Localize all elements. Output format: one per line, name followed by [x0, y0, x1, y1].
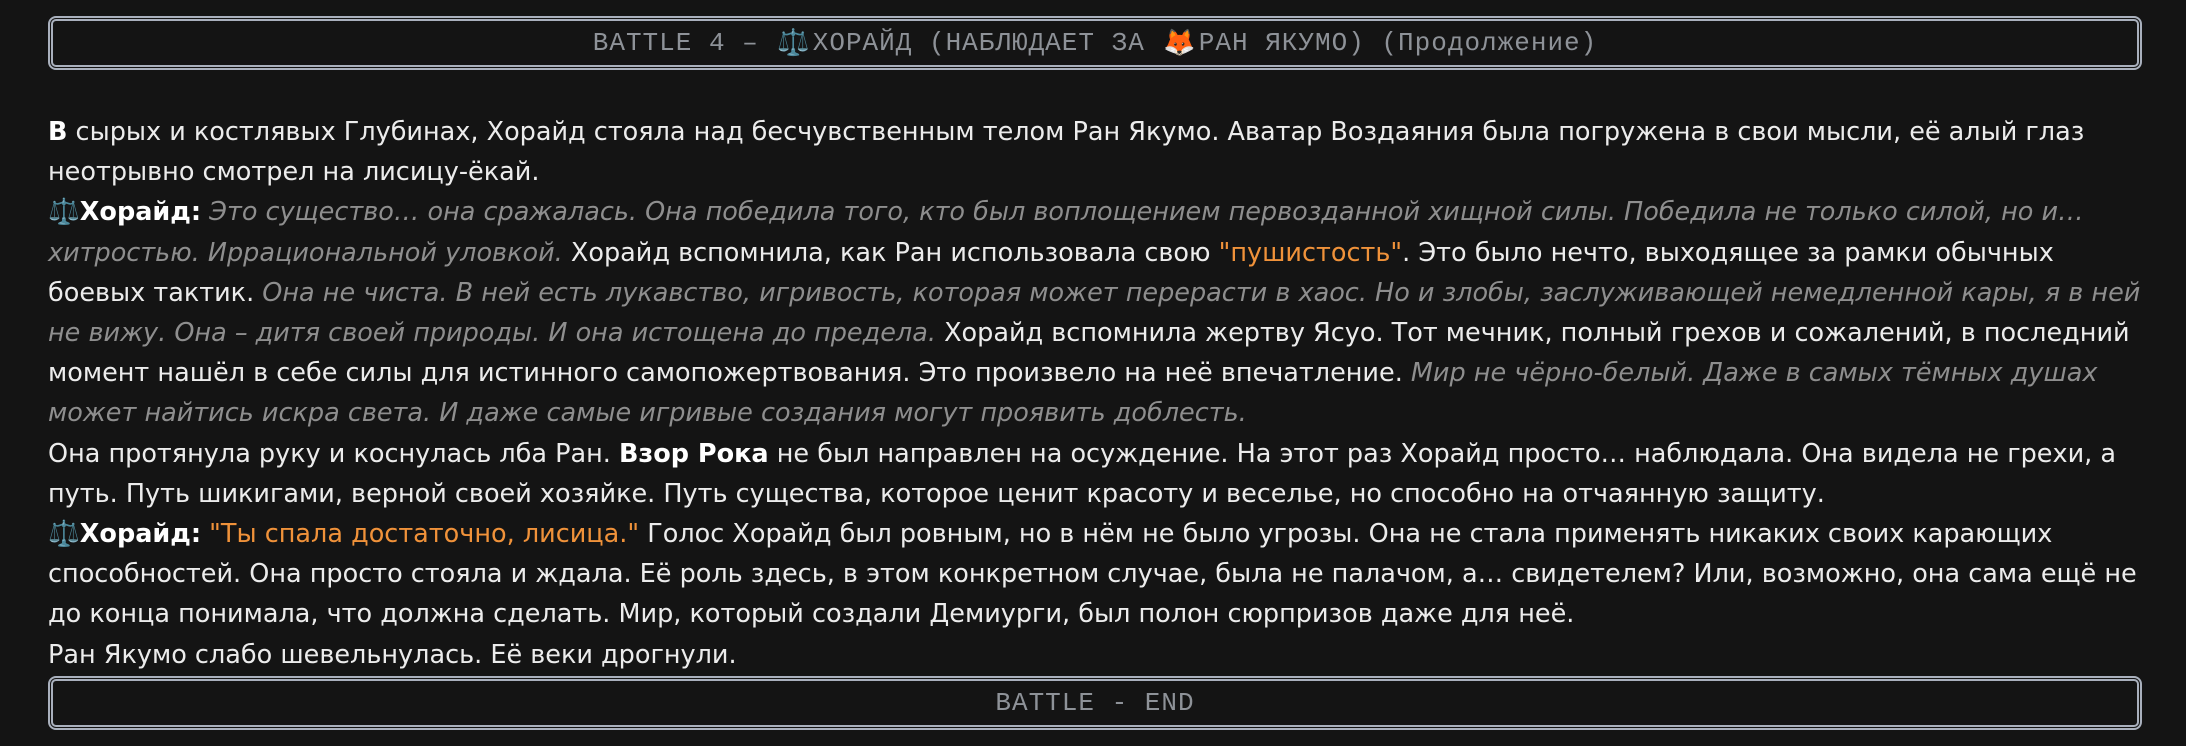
scales-icon: ⚖️ [777, 28, 811, 58]
speaker-name: Хорайд: [79, 519, 202, 550]
narration: Хорайд вспомнила, как Ран использовала с… [562, 237, 1219, 268]
scales-icon: ⚖️ [48, 519, 80, 550]
fighter-name: ХОРАЙД (НАБЛЮДАЕТ ЗА [812, 28, 1145, 58]
speaker-name: Хорайд: [79, 197, 202, 228]
story-paragraph-1: В сырых и костлявых Глубинах, Хорайд сто… [48, 112, 2150, 192]
battle-end-banner: BATTLE - END [48, 676, 2142, 730]
narration: Она протянула руку и коснулась лба Ран. [48, 438, 619, 469]
story-text: В сырых и костлявых Глубинах, Хорайд сто… [48, 112, 2150, 675]
quoted-word: "пушистость" [1218, 237, 1403, 268]
story-paragraph-3: Она протянула руку и коснулась лба Ран. … [48, 434, 2150, 514]
battle-end-label: BATTLE - END [995, 688, 1195, 718]
scales-icon: ⚖️ [48, 197, 80, 228]
battle-header-banner: BATTLE 4 – ⚖️ ХОРАЙД (НАБЛЮДАЕТ ЗА 🦊 РАН Я… [48, 16, 2142, 70]
ability-name: Взор Рока [619, 438, 769, 469]
story-paragraph-5: Ран Якумо слабо шевельнулась. Её веки др… [48, 635, 2150, 675]
battle-number-label: BATTLE 4 – [592, 28, 759, 58]
story-paragraph-2: ⚖️Хорайд: Это существо… она сражалась. О… [48, 192, 2150, 433]
bold-initial: В [48, 117, 68, 147]
story-paragraph-4: ⚖️Хорайд: "Ты спала достаточно, лисица."… [48, 514, 2150, 635]
narration: Ран Якумо слабо шевельнулась. Её веки др… [48, 639, 737, 670]
spoken-line: "Ты спала достаточно, лисица." [201, 519, 640, 550]
fox-icon: 🦊 [1163, 28, 1197, 58]
target-name: РАН ЯКУМО) (Продолжение) [1198, 28, 1598, 58]
narration: сырых и костлявых Глубинах, Хорайд стоял… [48, 117, 2085, 188]
